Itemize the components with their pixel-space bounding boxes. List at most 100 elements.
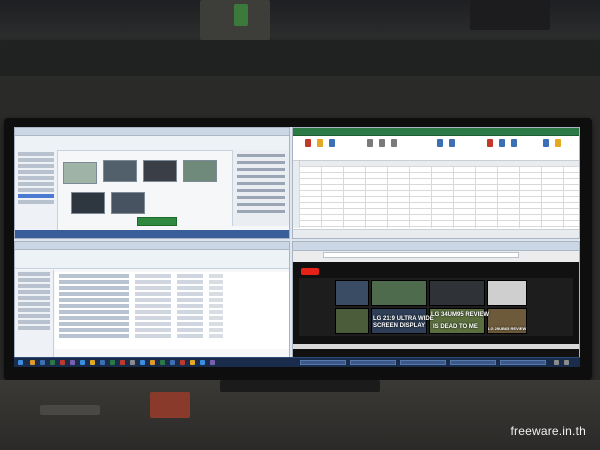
taskbar-app-icon[interactable] [190,360,195,365]
video-tile[interactable] [371,280,427,306]
formula-bar[interactable] [293,153,579,161]
taskbar-app-icon[interactable] [150,360,155,365]
tree-item[interactable] [18,170,54,174]
tree-item[interactable] [18,176,54,180]
taskbar-task[interactable] [450,360,496,365]
monitor-logo [284,370,308,376]
taskbar-app-icon[interactable] [100,360,105,365]
browser-taskbar-strip [293,344,579,349]
excel-ribbon [297,137,575,151]
photo-thumbnail[interactable] [71,192,105,214]
taskbar-task[interactable] [350,360,396,365]
system-tray-icon[interactable] [554,360,559,365]
taskbar-app-icon[interactable] [60,360,65,365]
navigation-pane [15,150,58,238]
photo-toolbar [59,216,189,228]
photo-thumbnail[interactable] [183,160,217,182]
photo-thumbnail[interactable] [63,162,97,184]
youtube-page: LG 21:9 ULTRA WIDE SCREEN DISPLAY LG 34U… [293,262,579,357]
tree-item[interactable] [18,200,54,204]
file-explorer-window [14,241,290,358]
file-row[interactable] [59,286,285,290]
tree-item[interactable] [18,188,54,192]
monitor-stand [220,380,380,392]
taskbar-task[interactable] [400,360,446,365]
youtube-logo-icon[interactable] [301,268,319,275]
video-tile[interactable] [335,280,369,306]
photo-scene: LG 21:9 ULTRA WIDE SCREEN DISPLAY LG 34U… [0,0,600,450]
file-row[interactable] [59,298,285,302]
excel-window [292,127,580,239]
taskbar-app-icon[interactable] [80,360,85,365]
photo-thumbnail[interactable] [111,192,145,214]
taskbar-app-icon[interactable] [90,360,95,365]
taskbar-app-icon[interactable] [130,360,135,365]
tree-item[interactable] [18,158,54,162]
video-caption: LG 29UB65 REVIEW [488,326,527,331]
browser-tabs[interactable] [293,242,579,251]
sheet-tabs [293,229,579,238]
taskbar-app-icon[interactable] [200,360,205,365]
photo-thumbnail[interactable] [143,160,177,182]
taskbar-app-icon[interactable] [180,360,185,365]
taskbar-app-icon[interactable] [160,360,165,365]
taskbar-app-icon[interactable] [120,360,125,365]
file-row[interactable] [59,274,285,278]
desk-object-red [150,392,190,418]
video-caption: LG 34UM95 REVIEW [431,312,490,318]
taskbar-app-icon[interactable] [50,360,55,365]
file-row[interactable] [59,280,285,284]
taskbar-task[interactable] [500,360,546,365]
taskbar-app-icon[interactable] [140,360,145,365]
tree-item[interactable] [18,152,54,156]
window-statusbar [15,230,289,238]
system-tray-icon[interactable] [564,360,569,365]
taskbar-app-icon[interactable] [30,360,35,365]
video-caption: IS DEAD TO ME [433,324,478,330]
action-button[interactable] [137,217,177,226]
video-tile[interactable] [487,280,527,306]
background-cable [470,0,550,30]
file-list [55,272,289,349]
navigation-pane [15,270,54,357]
photo-thumbnail[interactable] [103,160,137,182]
watermark-text: freeware.in.th [510,424,586,438]
file-row[interactable] [59,328,285,332]
tree-item-selected[interactable] [18,194,54,198]
monitor-screen: LG 21:9 ULTRA WIDE SCREEN DISPLAY LG 34U… [14,127,580,367]
browser-window: LG 21:9 ULTRA WIDE SCREEN DISPLAY LG 34U… [292,241,580,358]
file-row[interactable] [59,316,285,320]
video-tile[interactable] [429,280,485,306]
file-row[interactable] [59,310,285,314]
address-bar[interactable] [323,252,519,258]
tree-item[interactable] [18,182,54,186]
window-ribbon [15,250,289,269]
taskbar-app-icon[interactable] [70,360,75,365]
taskbar-task[interactable] [300,360,346,365]
desk-object [40,405,100,415]
taskbar-app-icon[interactable] [210,360,215,365]
window-ribbon [15,136,289,151]
file-row[interactable] [59,304,285,308]
file-row[interactable] [59,292,285,296]
background-panel [0,40,600,76]
window-titlebar[interactable] [293,128,579,136]
windows-taskbar [14,357,580,367]
video-tile[interactable] [335,308,369,334]
video-caption: SCREEN DISPLAY [373,323,426,329]
window-titlebar[interactable] [15,128,289,136]
video-caption: LG 21:9 ULTRA WIDE [373,316,434,322]
background-device-green [234,4,248,26]
tree-item[interactable] [18,164,54,168]
spreadsheet-grid[interactable] [299,166,579,228]
taskbar-app-icon[interactable] [170,360,175,365]
video-strip: LG 21:9 ULTRA WIDE SCREEN DISPLAY LG 34U… [299,278,573,336]
thumbnail-grid [63,154,229,218]
start-icon[interactable] [18,360,23,365]
file-row[interactable] [59,334,285,338]
file-row[interactable] [59,322,285,326]
taskbar-app-icon[interactable] [110,360,115,365]
photo-explorer-window [14,127,290,239]
window-titlebar[interactable] [15,242,289,250]
taskbar-app-icon[interactable] [40,360,45,365]
